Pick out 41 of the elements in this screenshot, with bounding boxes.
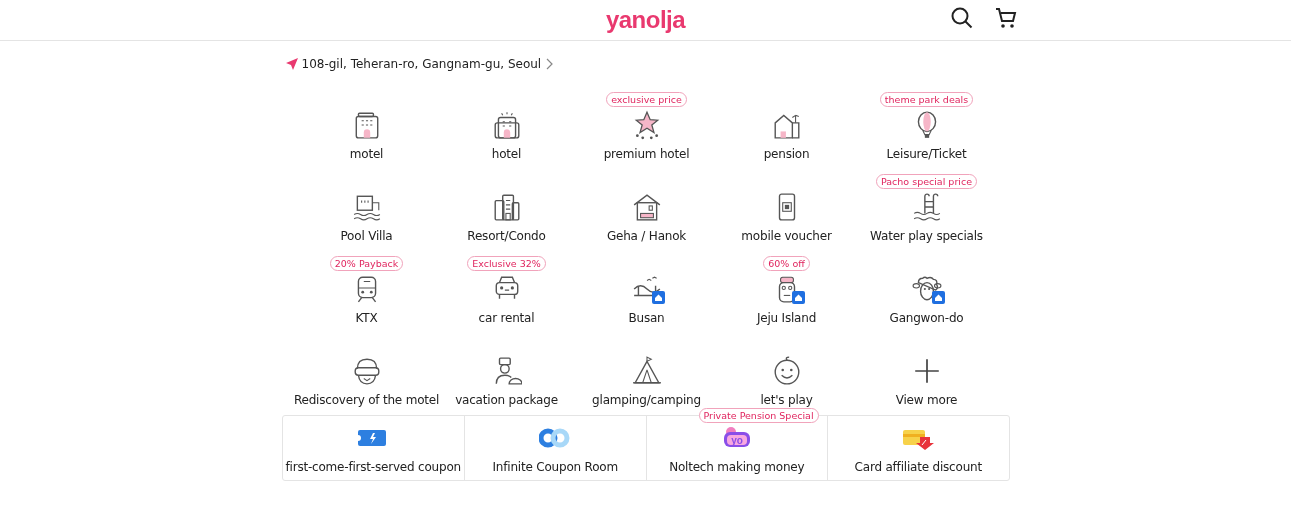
category-link[interactable]: mobile voucher: [741, 229, 832, 243]
promo-badge: exclusive price: [606, 92, 687, 107]
logo[interactable]: yanolja: [605, 6, 686, 34]
category-link[interactable]: hotel: [491, 147, 522, 161]
category-link[interactable]: Pool Villa: [340, 229, 393, 243]
search-icon[interactable]: [950, 6, 974, 30]
location-arrow-icon: [285, 58, 298, 70]
category-link[interactable]: Rediscovery of the motel: [293, 393, 440, 407]
chevron-right-icon[interactable]: [545, 58, 554, 70]
category-link[interactable]: View more: [895, 393, 958, 407]
promo-badge: Pacho special price: [876, 174, 977, 189]
promo-badge: 20% Payback: [329, 256, 404, 271]
category-link[interactable]: Gangwon-do: [889, 311, 964, 325]
category-link[interactable]: premium hotel: [603, 147, 690, 161]
category-link[interactable]: Jeju Island: [756, 311, 817, 325]
tent-icon[interactable]: [631, 356, 662, 386]
promo-badge: theme park deals: [879, 92, 974, 107]
promo-badge: 60% off: [763, 256, 810, 271]
benefit-link[interactable]: Infinite Coupon Room: [492, 460, 618, 474]
category-link[interactable]: Resort/Condo: [467, 229, 546, 243]
category-link[interactable]: car rental: [478, 311, 535, 325]
category-link[interactable]: pension: [763, 147, 810, 161]
category-link[interactable]: Leisure/Ticket: [886, 147, 967, 161]
promo-badge: Private Pension Special: [698, 408, 819, 423]
cart-icon[interactable]: [994, 6, 1018, 30]
benefit-link[interactable]: first-come-first-served coupon: [285, 460, 461, 474]
benefit-link[interactable]: Noltech making money: [669, 460, 805, 474]
location-address[interactable]: 108-gil, Teheran-ro, Gangnam-gu, Seoul: [301, 57, 542, 71]
category-link[interactable]: vacation package: [455, 393, 558, 407]
category-link[interactable]: let's play: [760, 393, 813, 407]
card-discount-icon[interactable]: [902, 427, 935, 451]
category-link[interactable]: Water play specials: [870, 229, 983, 243]
category-link[interactable]: glamping/camping: [592, 393, 701, 407]
promo-badge: Exclusive 32%: [467, 256, 546, 271]
category-link[interactable]: KTX: [355, 311, 378, 325]
category-link[interactable]: Geha / Hanok: [606, 229, 687, 243]
category-link[interactable]: motel: [349, 147, 384, 161]
hanok-icon[interactable]: [631, 192, 662, 222]
category-link[interactable]: Busan: [628, 311, 665, 325]
pool-icon[interactable]: [911, 192, 942, 222]
benefit-link[interactable]: Card affiliate discount: [854, 460, 982, 474]
